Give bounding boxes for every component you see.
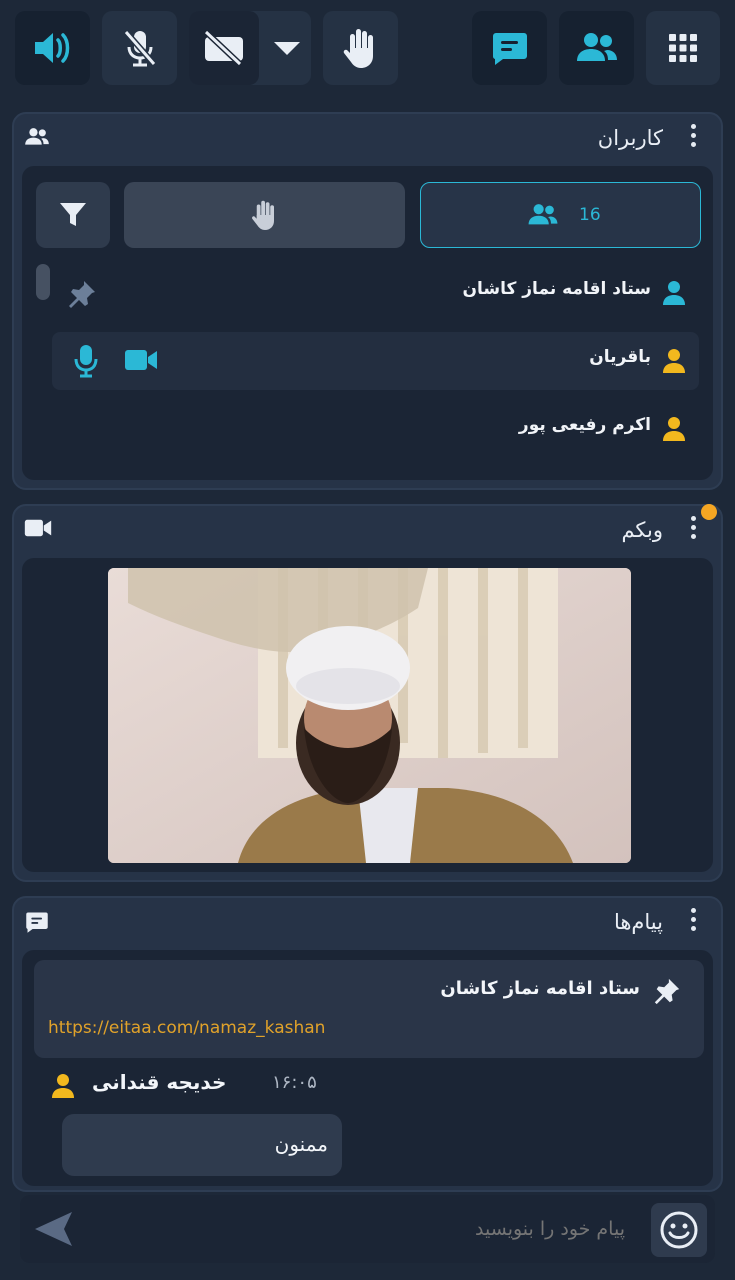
- messages-panel-icon: [24, 910, 50, 938]
- messages-panel: پیام‌ها ستاد اقامه نماز کاشان https://ei…: [12, 896, 723, 1192]
- user-row[interactable]: اکرم رفیعی پور: [52, 400, 699, 458]
- messages-panel-menu-icon[interactable]: [689, 908, 697, 936]
- raise-hand-button[interactable]: [323, 11, 398, 85]
- raise-hand-icon: [251, 200, 274, 230]
- user-icon: [52, 1074, 74, 1098]
- user-name: ستاد اقامه نماز کاشان: [462, 279, 651, 299]
- message-bubble[interactable]: ممنون: [62, 1114, 342, 1176]
- webcam-container: [22, 558, 713, 872]
- users-icon: [528, 204, 558, 225]
- apps-button[interactable]: [646, 11, 720, 85]
- send-icon: [35, 1212, 72, 1246]
- tab-all-users[interactable]: 16: [420, 182, 701, 248]
- message-input[interactable]: [90, 1207, 635, 1251]
- message-input-bar: [20, 1195, 715, 1263]
- raise-hand-icon: [343, 29, 373, 68]
- emoji-button[interactable]: [651, 1203, 707, 1257]
- messages-panel-title: پیام‌ها: [613, 910, 663, 934]
- filter-icon: [60, 203, 86, 226]
- chat-icon: [26, 912, 48, 933]
- caret-down-icon: [274, 42, 300, 55]
- user-icon: [661, 347, 687, 379]
- camera-off-icon: [203, 30, 243, 66]
- mic-off-icon: [123, 30, 156, 67]
- pin-icon[interactable]: [66, 278, 98, 310]
- users-icon: [576, 33, 617, 61]
- smiley-icon: [660, 1211, 698, 1249]
- messages-list: ستاد اقامه نماز کاشان https://eitaa.com/…: [22, 950, 713, 1186]
- webcam-panel-icon: [24, 518, 52, 542]
- chat-button[interactable]: [472, 11, 547, 85]
- mic-button[interactable]: [102, 11, 177, 85]
- user-icon: [661, 415, 687, 447]
- user-name: اکرم رفیعی پور: [518, 415, 651, 435]
- users-panel-title: کاربران: [597, 126, 663, 150]
- webcam-panel-menu-icon[interactable]: [689, 516, 697, 544]
- users-panel-icon: [24, 126, 50, 152]
- mic-icon[interactable]: [74, 344, 98, 378]
- users-scrollbar[interactable]: [36, 264, 50, 300]
- camera-icon[interactable]: [124, 348, 158, 372]
- webcam-panel-header: وبکم: [14, 504, 721, 556]
- user-icon: [661, 279, 687, 311]
- webcam-panel-title: وبکم: [621, 518, 663, 542]
- camera-button[interactable]: [189, 11, 259, 85]
- camera-icon: [24, 519, 52, 537]
- webcam-image: [108, 568, 631, 863]
- message-text: ممنون: [274, 1132, 328, 1156]
- pin-icon: [654, 978, 680, 1005]
- users-panel-menu-icon[interactable]: [689, 124, 697, 152]
- top-toolbar: [0, 0, 735, 100]
- users-count: 16: [579, 205, 601, 225]
- user-name: باقریان: [589, 347, 651, 367]
- send-button[interactable]: [32, 1209, 78, 1249]
- messages-panel-header: پیام‌ها: [14, 898, 721, 948]
- users-list-container: 16 ستاد اقامه نماز کاشان باقریان اکرم رف…: [22, 166, 713, 480]
- grid-icon: [669, 34, 697, 62]
- tab-raised-hands[interactable]: [124, 182, 405, 248]
- pinned-link[interactable]: https://eitaa.com/namaz_kashan: [48, 1018, 325, 1038]
- user-row[interactable]: باقریان: [52, 332, 699, 390]
- chat-icon: [492, 33, 527, 65]
- pinned-message[interactable]: ستاد اقامه نماز کاشان https://eitaa.com/…: [34, 960, 704, 1058]
- users-panel-header: کاربران: [14, 114, 721, 164]
- message-sender: خدیجه قندانی: [92, 1070, 227, 1094]
- users-panel: کاربران 16 ستاد اقامه نماز کاشان باقریان…: [12, 112, 723, 490]
- webcam-panel: وبکم: [12, 504, 723, 882]
- user-row[interactable]: ستاد اقامه نماز کاشان: [52, 264, 699, 322]
- message-time: ۱۶:۰۵: [272, 1072, 317, 1093]
- webcam-video[interactable]: [108, 568, 631, 863]
- camera-dropdown-button[interactable]: [263, 11, 311, 85]
- speaker-icon: [34, 33, 69, 63]
- camera-group: [189, 11, 311, 85]
- users-icon: [25, 128, 49, 145]
- user-avatar-head: [668, 281, 680, 293]
- filter-button[interactable]: [36, 182, 110, 248]
- users-button[interactable]: [559, 11, 634, 85]
- notification-dot: [701, 504, 717, 520]
- speaker-button[interactable]: [15, 11, 90, 85]
- pinned-sender: ستاد اقامه نماز کاشان: [440, 978, 640, 999]
